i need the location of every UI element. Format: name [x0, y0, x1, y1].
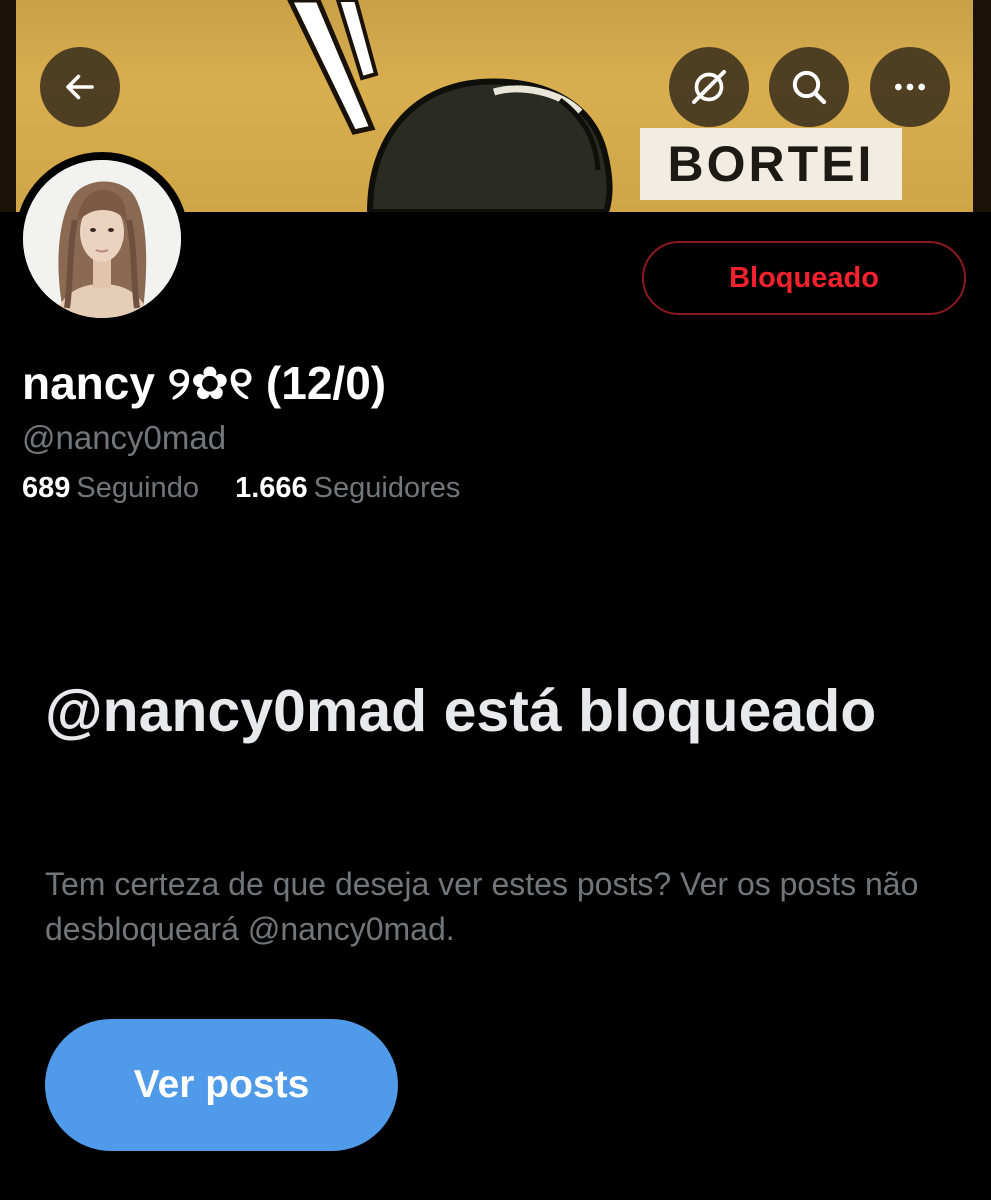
- avatar-photo: [23, 160, 181, 318]
- search-icon: [792, 70, 827, 105]
- blocked-description: Tem certeza de que deseja ver estes post…: [45, 866, 919, 947]
- grok-button[interactable]: [669, 47, 749, 127]
- arrow-left-icon: [66, 74, 94, 100]
- following-count: 689: [22, 472, 71, 504]
- following-label: Seguindo: [76, 472, 199, 504]
- blocked-button[interactable]: Bloqueado: [642, 241, 966, 315]
- more-horizontal-icon: [895, 83, 925, 91]
- search-button[interactable]: [769, 47, 849, 127]
- banner-caption: BORTEI: [640, 128, 902, 200]
- following-link[interactable]: 689 Seguindo: [22, 472, 207, 504]
- follow-stats: 689 Seguindo 1.666 Seguidores: [22, 472, 460, 505]
- followers-label: Seguidores: [313, 472, 461, 504]
- followers-link[interactable]: 1.666 Seguidores: [227, 472, 460, 504]
- more-button[interactable]: [870, 47, 950, 127]
- display-name: nancy ୨✿୧ (12/0): [22, 357, 387, 409]
- view-posts-button[interactable]: Ver posts: [45, 1019, 398, 1151]
- user-handle: @nancy0mad: [22, 419, 227, 456]
- avatar[interactable]: [15, 152, 189, 326]
- blocked-title: @nancy0mad está bloqueado: [45, 678, 877, 744]
- grok-icon: [692, 70, 726, 104]
- back-button[interactable]: [40, 47, 120, 127]
- followers-count: 1.666: [235, 472, 308, 504]
